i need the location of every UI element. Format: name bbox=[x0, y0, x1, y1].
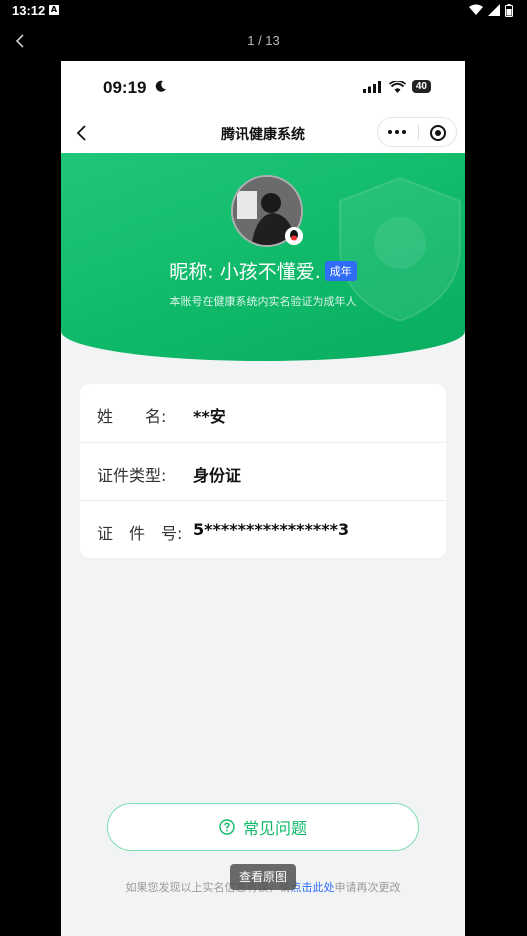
identity-card: 姓 名: **安 证件类型: 身份证 证 件 号: 5*************… bbox=[80, 384, 446, 558]
row-label: 证 件 号: bbox=[97, 524, 183, 543]
row-value: 身份证 bbox=[193, 466, 242, 485]
image-viewer: 13:12 A 1 / 13 09:19 40 腾讯健康系统 昵称: 小孩不懂爱… bbox=[0, 0, 527, 936]
moon-icon bbox=[155, 80, 166, 92]
system-status-bar: 13:12 A bbox=[0, 0, 527, 22]
qq-penguin-icon bbox=[285, 227, 303, 245]
close-target-icon[interactable] bbox=[429, 124, 447, 142]
wifi-icon bbox=[469, 4, 483, 15]
mini-program-nav: 腾讯健康系统 bbox=[61, 113, 465, 153]
battery-indicator: 40 bbox=[411, 80, 431, 93]
battery-icon bbox=[505, 3, 513, 17]
adult-badge: 成年 bbox=[324, 260, 357, 281]
edit-link[interactable]: 点击此处 bbox=[291, 881, 335, 894]
phone-status-bar: 09:19 40 bbox=[61, 61, 465, 113]
row-value: **安 bbox=[193, 407, 226, 426]
row-label: 证件类型: bbox=[97, 466, 167, 485]
view-original-button[interactable]: 查看原图 bbox=[230, 864, 296, 890]
nickname-row: 昵称: 小孩不懂爱. 成年 bbox=[61, 257, 465, 284]
signal-icon bbox=[488, 4, 500, 16]
cellular-icon bbox=[362, 80, 381, 93]
verification-note: 本账号在健康系统内实名验证为成年人 bbox=[169, 295, 357, 308]
capsule-divider bbox=[418, 125, 419, 140]
phone-time: 09:19 bbox=[103, 78, 147, 97]
screenshot-image: 09:19 40 腾讯健康系统 昵称: 小孩不懂爱. 成年 本账号在健康系统内实… bbox=[61, 61, 465, 936]
footer-suffix: 申请再次更改 bbox=[334, 881, 401, 894]
viewer-toolbar: 1 / 13 bbox=[0, 22, 527, 62]
wifi-icon bbox=[388, 80, 406, 93]
question-circle-icon bbox=[219, 819, 235, 835]
faq-label: 常见问题 bbox=[242, 819, 307, 838]
more-icon[interactable] bbox=[388, 130, 406, 134]
info-row-name: 姓 名: **安 bbox=[80, 384, 446, 442]
row-value: 5****************3 bbox=[193, 520, 350, 539]
row-label: 姓 名: bbox=[97, 407, 167, 426]
mini-program-capsule bbox=[377, 117, 457, 147]
system-time: 13:12 bbox=[12, 3, 46, 18]
nickname: 昵称: 小孩不懂爱. bbox=[169, 261, 321, 283]
info-row-id-number: 证 件 号: 5****************3 bbox=[80, 500, 446, 558]
info-row-id-type: 证件类型: 身份证 bbox=[80, 442, 446, 500]
profile-header: 昵称: 小孩不懂爱. 成年 本账号在健康系统内实名验证为成年人 bbox=[61, 153, 465, 361]
faq-button[interactable]: 常见问题 bbox=[107, 803, 419, 851]
image-counter: 1 / 13 bbox=[247, 33, 280, 48]
notification-icon: A bbox=[49, 5, 59, 15]
